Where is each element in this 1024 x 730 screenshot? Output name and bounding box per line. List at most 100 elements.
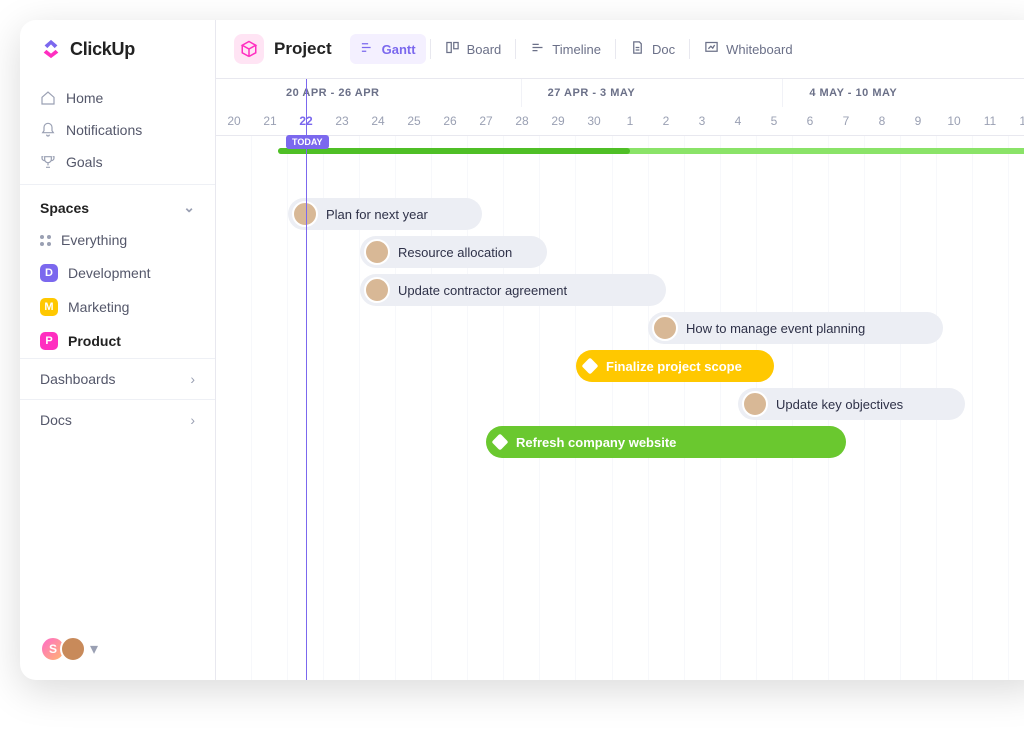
view-tab-doc[interactable]: Doc [620, 34, 685, 64]
assignee-avatar[interactable] [292, 201, 318, 227]
task-label: Resource allocation [398, 245, 512, 260]
day-header-cell[interactable]: 7 [828, 107, 864, 135]
day-header-cell[interactable]: 10 [936, 107, 972, 135]
dashboards-label: Dashboards [40, 371, 116, 387]
view-tab-label: Timeline [552, 42, 601, 57]
trophy-icon [40, 154, 56, 170]
view-tab-whiteboard[interactable]: Whiteboard [694, 34, 802, 64]
space-badge-icon: P [40, 332, 58, 350]
space-badge-icon: M [40, 298, 58, 316]
task-label: Plan for next year [326, 207, 428, 222]
day-header-cell[interactable]: 2 [648, 107, 684, 135]
sidebar-space-marketing[interactable]: M Marketing [20, 290, 215, 324]
view-tab-timeline[interactable]: Timeline [520, 34, 611, 64]
day-header-cell[interactable]: 30 [576, 107, 612, 135]
week-header-cell: 27 APR - 3 MAY [521, 79, 783, 107]
assignee-avatar[interactable] [652, 315, 678, 341]
nav-home[interactable]: Home [20, 82, 215, 114]
space-badge-icon: D [40, 264, 58, 282]
space-label: Development [68, 265, 151, 281]
sidebar-footer: S ▾ [20, 636, 215, 662]
task-label: How to manage event planning [686, 321, 865, 336]
task-bar-t6[interactable]: Update key objectives [738, 388, 965, 420]
sidebar: ClickUp Home Notifications Goals Spaces … [20, 20, 216, 680]
project-title: Project [274, 39, 332, 59]
today-line [306, 79, 307, 680]
spaces-header[interactable]: Spaces ⌄ [20, 184, 215, 224]
sidebar-space-product[interactable]: PProduct [20, 324, 215, 358]
day-header-cell[interactable]: 26 [432, 107, 468, 135]
task-bar-t1[interactable]: Plan for next year [288, 198, 482, 230]
day-header-cell[interactable]: 23 [324, 107, 360, 135]
day-header-cell[interactable]: 20 [216, 107, 252, 135]
space-label: Marketing [68, 299, 129, 315]
day-header-cell[interactable]: 21 [252, 107, 288, 135]
clickup-logo-icon [40, 38, 62, 60]
day-header-cell[interactable]: 27 [468, 107, 504, 135]
task-bar-t7[interactable]: Refresh company website [486, 426, 846, 458]
task-bar-t4[interactable]: How to manage event planning [648, 312, 943, 344]
caret-down-icon[interactable]: ▾ [90, 639, 98, 659]
grid-icon [40, 235, 51, 246]
sidebar-item-everything[interactable]: Everything [20, 224, 215, 256]
task-bar-t3[interactable]: Update contractor agreement [360, 274, 666, 306]
view-tab-board[interactable]: Board [435, 34, 512, 64]
cube-icon [234, 34, 264, 64]
brand-logo[interactable]: ClickUp [20, 38, 215, 76]
task-label: Refresh company website [516, 435, 676, 450]
day-header-cell[interactable]: 6 [792, 107, 828, 135]
diamond-icon [492, 434, 509, 451]
gantt-icon [360, 40, 375, 58]
timeline-icon [530, 40, 545, 58]
day-header-cell[interactable]: 29 [540, 107, 576, 135]
assignee-avatar[interactable] [364, 277, 390, 303]
view-tab-gantt[interactable]: Gantt [350, 34, 426, 64]
day-header-cell[interactable]: 1 [612, 107, 648, 135]
user-avatar-member[interactable] [60, 636, 86, 662]
nav-home-label: Home [66, 90, 103, 106]
assignee-avatar[interactable] [364, 239, 390, 265]
home-icon [40, 90, 56, 106]
timeline-progress [278, 148, 1024, 154]
day-header-cell[interactable]: 24 [360, 107, 396, 135]
bell-icon [40, 122, 56, 138]
task-label: Finalize project scope [606, 359, 742, 374]
doc-icon [630, 40, 645, 58]
task-label: Update contractor agreement [398, 283, 567, 298]
nav-notifications[interactable]: Notifications [20, 114, 215, 146]
sidebar-docs[interactable]: Docs › [20, 399, 215, 440]
project-title-group[interactable]: Project [234, 34, 332, 64]
day-header-cell[interactable]: 9 [900, 107, 936, 135]
week-header-cell: 4 MAY - 10 MAY [782, 79, 1024, 107]
day-header-cell[interactable]: 8 [864, 107, 900, 135]
day-header-cell[interactable]: 5 [756, 107, 792, 135]
chevron-right-icon: › [190, 412, 195, 428]
day-header-cell[interactable]: 25 [396, 107, 432, 135]
nav-notifications-label: Notifications [66, 122, 142, 138]
view-tab-label: Whiteboard [726, 42, 792, 57]
task-label: Update key objectives [776, 397, 903, 412]
sidebar-dashboards[interactable]: Dashboards › [20, 358, 215, 399]
board-icon [445, 40, 460, 58]
gantt-area[interactable]: Plan for next year Resource allocation Upd… [216, 136, 1024, 680]
day-header-cell[interactable]: 3 [684, 107, 720, 135]
day-header-cell[interactable]: 28 [504, 107, 540, 135]
view-tab-label: Board [467, 42, 502, 57]
sidebar-space-development[interactable]: D Development [20, 256, 215, 290]
week-header-cell: 20 APR - 26 APR [216, 79, 521, 107]
view-tab-label: Gantt [382, 42, 416, 57]
diamond-icon [582, 358, 599, 375]
spaces-header-label: Spaces [40, 200, 89, 216]
day-header-cell[interactable]: 4 [720, 107, 756, 135]
day-header-cell[interactable]: 11 [972, 107, 1008, 135]
task-bar-t5[interactable]: Finalize project scope [576, 350, 774, 382]
view-tab-label: Doc [652, 42, 675, 57]
everything-label: Everything [61, 232, 127, 248]
nav-goals[interactable]: Goals [20, 146, 215, 178]
day-header-cell[interactable]: 12 [1008, 107, 1024, 135]
task-bar-t2[interactable]: Resource allocation [360, 236, 547, 268]
timeline-header: 20 APR - 26 APR27 APR - 3 MAY4 MAY - 10 … [216, 79, 1024, 136]
user-avatar-stack[interactable]: S [40, 636, 86, 662]
whiteboard-icon [704, 40, 719, 58]
assignee-avatar[interactable] [742, 391, 768, 417]
